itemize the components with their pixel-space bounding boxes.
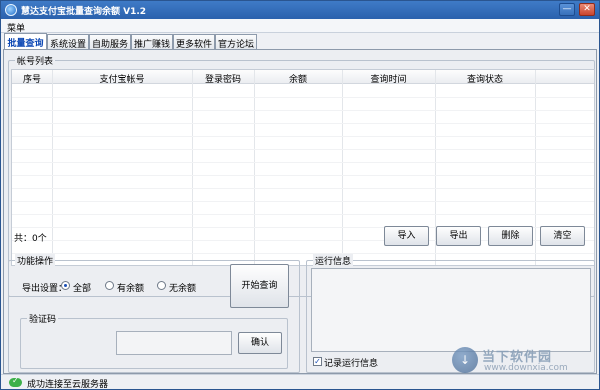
export-button[interactable]: 导出 [436,226,481,246]
column-header-password[interactable]: 登录密码 [192,72,254,85]
account-list-title: 帐号列表 [15,54,56,67]
radio-export-no-balance[interactable] [157,281,166,290]
column-divider [254,70,255,265]
title-bar[interactable]: 慧达支付宝批量查询余额 V1.2 — ✕ [1,1,599,19]
run-log-area[interactable] [311,268,591,352]
radio-export-all[interactable] [61,281,70,290]
column-header-index[interactable]: 序号 [12,72,52,85]
function-group-title: 功能操作 [15,254,56,267]
close-button[interactable]: ✕ [579,3,595,16]
column-header-balance[interactable]: 余额 [254,72,342,85]
grid-line [12,123,594,124]
grid-line [12,162,594,163]
radio-export-with-balance-label[interactable]: 有余额 [117,281,144,294]
column-header-query-status[interactable]: 查询状态 [435,72,535,85]
captcha-confirm-button[interactable]: 确认 [238,332,282,354]
column-header-account[interactable]: 支付宝帐号 [52,72,192,85]
menu-bar: 菜单 [1,19,599,34]
grid-line [12,188,594,189]
grid-line [12,149,594,150]
table-header: 序号 支付宝帐号 登录密码 余额 查询时间 查询状态 [12,70,594,85]
grid-line [12,201,594,202]
radio-export-no-balance-label[interactable]: 无余额 [169,281,196,294]
grid-line [12,136,594,137]
tab-self-service[interactable]: 自助服务 [89,34,131,50]
captcha-input[interactable] [116,331,232,355]
grid-line [12,97,594,98]
radio-export-with-balance[interactable] [105,281,114,290]
account-count: 共：0个 [14,234,47,244]
cloud-connected-icon [9,376,22,387]
import-button[interactable]: 导入 [384,226,429,246]
clear-button[interactable]: 清空 [540,226,585,246]
main-window: 慧达支付宝批量查询余额 V1.2 — ✕ 菜单 批量查询 系统设置 自助服务 推… [0,0,600,390]
column-divider [535,70,536,265]
run-info-title: 运行信息 [313,254,354,267]
record-log-label[interactable]: 记录运行信息 [324,356,378,369]
tab-promotion[interactable]: 推广赚钱 [131,34,173,50]
radio-export-all-label[interactable]: 全部 [73,281,91,294]
watermark-url: www.downxia.com [484,363,568,373]
column-divider [192,70,193,265]
grid-line [12,253,594,254]
column-header-query-time[interactable]: 查询时间 [342,72,435,85]
captcha-title: 验证码 [27,312,59,325]
connection-status: 成功连接至云服务器 [27,380,109,390]
watermark-logo-icon: ↓ [452,347,478,373]
batch-query-panel: 帐号列表 序号 支付宝帐号 登录密码 余额 查询时间 查询状态 共：0个 导入 … [3,49,597,374]
status-bar: 成功连接至云服务器 [1,374,599,390]
grid-line [12,214,594,215]
tab-system-settings[interactable]: 系统设置 [47,34,89,50]
column-divider [52,70,53,265]
tab-batch-query[interactable]: 批量查询 [4,33,47,50]
grid-line [12,175,594,176]
window-title: 慧达支付宝批量查询余额 V1.2 [21,7,147,17]
start-query-button[interactable]: 开始查询 [230,264,289,308]
column-divider [342,70,343,265]
delete-button[interactable]: 删除 [488,226,533,246]
export-setting-label: 导出设置： [22,284,68,294]
tab-more-software[interactable]: 更多软件 [173,34,215,50]
grid-line [12,110,594,111]
minimize-button[interactable]: — [559,3,575,16]
tab-official-forum[interactable]: 官方论坛 [215,34,257,50]
app-logo-icon [5,4,17,16]
record-log-checkbox[interactable]: ✓ [313,357,322,366]
